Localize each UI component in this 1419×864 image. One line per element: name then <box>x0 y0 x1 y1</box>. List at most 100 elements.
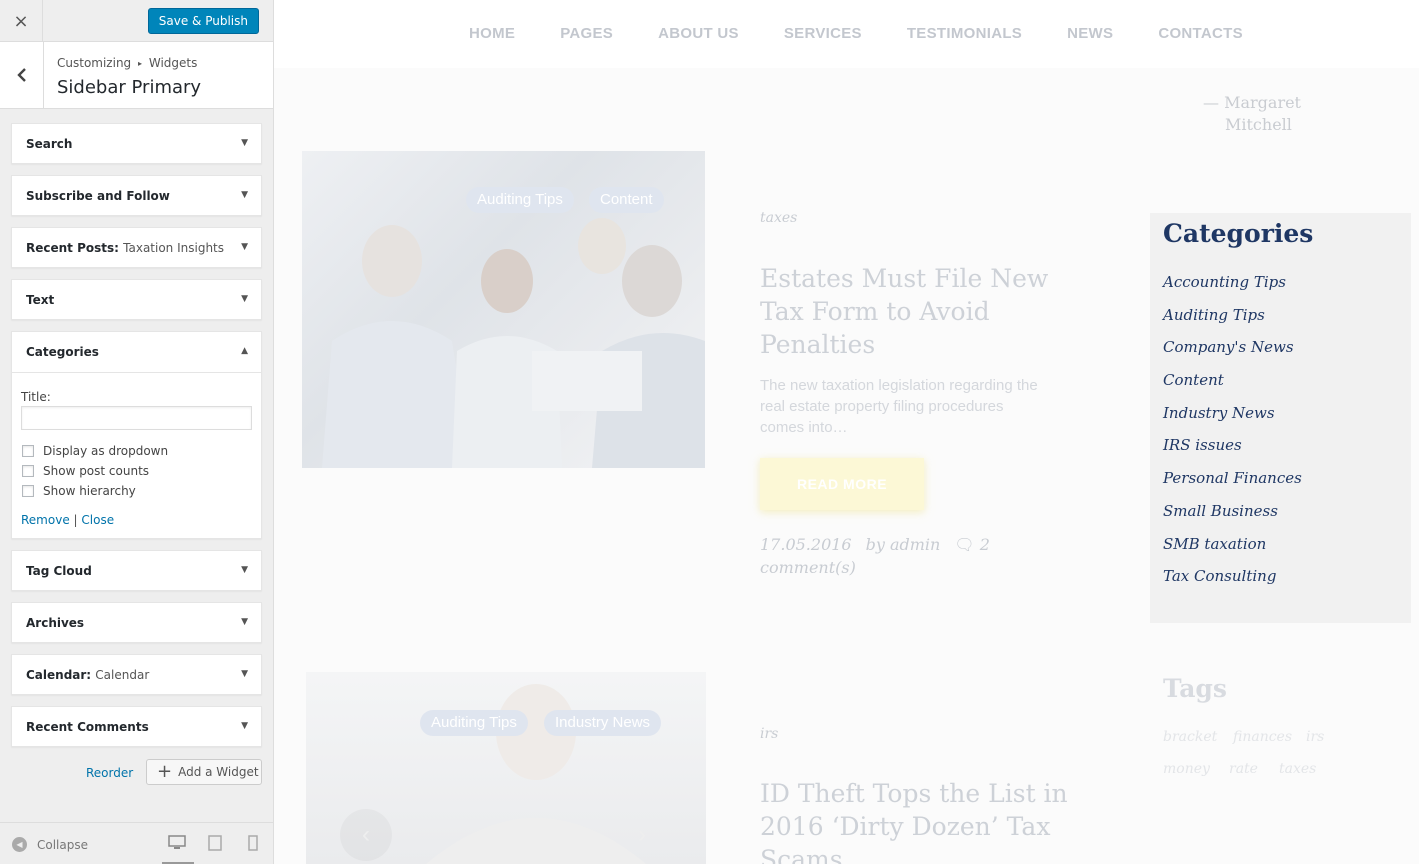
save-publish-button[interactable]: Save & Publish <box>147 8 259 34</box>
category-link[interactable]: Industry News <box>1163 404 1302 437</box>
widget-recent-comments[interactable]: Recent Comments ▼ <box>11 706 262 747</box>
add-widget-button[interactable]: + Add a Widget <box>146 759 262 785</box>
tag-link[interactable]: rate <box>1229 761 1258 777</box>
post-tag-pill[interactable]: Content <box>589 187 664 213</box>
post-author[interactable]: by admin <box>866 535 941 554</box>
caret-down-icon[interactable]: ▼ <box>241 190 248 200</box>
post-tag-pill[interactable]: Auditing Tips <box>466 187 574 213</box>
widget-categories-header[interactable]: Categories <box>26 345 99 359</box>
title-label: Title: <box>21 390 51 404</box>
post-image[interactable]: Auditing Tips Content <box>302 151 705 468</box>
category-link[interactable]: Company's News <box>1163 338 1302 371</box>
categories-title: Categories <box>1163 219 1314 248</box>
post-image-slider[interactable]: Auditing Tips Industry News ‹ › <box>306 672 706 864</box>
checkbox-label: Show hierarchy <box>43 484 136 498</box>
widget-actions: Remove | Close <box>21 513 114 527</box>
close-link[interactable]: Close <box>81 513 114 527</box>
widget-recent-posts[interactable]: Recent Posts: Taxation Insights ▼ <box>11 227 262 268</box>
caret-down-icon[interactable]: ▼ <box>241 294 248 304</box>
checkbox-label: Show post counts <box>43 464 150 478</box>
widget-search[interactable]: Search ▼ <box>11 123 262 164</box>
widget-title: Tag Cloud <box>26 564 92 578</box>
show-post-counts-checkbox[interactable] <box>22 465 34 477</box>
caret-up-icon[interactable]: ▲ <box>241 346 248 356</box>
category-link[interactable]: Personal Finances <box>1163 469 1302 502</box>
widget-title: Recent Posts: <box>26 241 119 255</box>
tag-link[interactable]: money <box>1163 761 1210 777</box>
widget-subtitle: Calendar <box>95 668 150 682</box>
post-category[interactable]: taxes <box>760 210 797 226</box>
collapse-button[interactable]: ◀ Collapse <box>12 837 88 852</box>
desktop-preview-button[interactable] <box>162 835 194 864</box>
add-widget-label: Add a Widget <box>178 765 259 779</box>
comments-label: comment(s) <box>760 558 856 577</box>
section-title: Sidebar Primary <box>57 77 202 98</box>
nav-news[interactable]: NEWS <box>1067 25 1113 42</box>
caret-down-icon[interactable]: ▼ <box>241 721 248 731</box>
close-customizer-button[interactable]: × <box>0 0 43 42</box>
category-link[interactable]: Accounting Tips <box>1163 273 1302 306</box>
tag-link[interactable]: bracket <box>1163 729 1217 745</box>
category-link[interactable]: SMB taxation <box>1163 535 1302 568</box>
post-category[interactable]: irs <box>760 726 778 742</box>
caret-down-icon[interactable]: ▼ <box>241 669 248 679</box>
widget-text[interactable]: Text ▼ <box>11 279 262 320</box>
desktop-icon <box>168 835 186 849</box>
category-link[interactable]: Tax Consulting <box>1163 567 1302 600</box>
collapse-label: Collapse <box>37 837 88 852</box>
caret-down-icon[interactable]: ▼ <box>241 138 248 148</box>
back-button[interactable] <box>0 42 44 108</box>
read-more-button[interactable]: READ MORE <box>760 458 924 510</box>
divider <box>12 372 261 373</box>
tags-title: Tags <box>1163 674 1227 703</box>
show-post-counts-checkbox-row[interactable]: Show post counts <box>22 464 149 478</box>
nav-testimonials[interactable]: TESTIMONIALS <box>907 25 1022 42</box>
tag-link[interactable]: irs <box>1306 729 1324 745</box>
category-link[interactable]: Small Business <box>1163 502 1302 535</box>
post-title[interactable]: ID Theft Tops the List in 2016 ‘Dirty Do… <box>760 777 1070 864</box>
post-tag-pill[interactable]: Industry News <box>544 710 662 736</box>
nav-contacts[interactable]: CONTACTS <box>1158 25 1243 42</box>
reorder-link[interactable]: Reorder <box>86 766 133 780</box>
remove-link[interactable]: Remove <box>21 513 70 527</box>
nav-about-us[interactable]: ABOUT US <box>658 25 739 42</box>
separator: | <box>73 513 78 527</box>
nav-services[interactable]: SERVICES <box>784 25 862 42</box>
caret-down-icon[interactable]: ▼ <box>241 617 248 627</box>
tag-link[interactable]: taxes <box>1279 761 1316 777</box>
post-meta: 17.05.2016 by admin 🗨 2 comment(s) <box>760 533 1020 579</box>
quote-author-line: Mitchell <box>1225 115 1292 134</box>
widget-tag-cloud[interactable]: Tag Cloud ▼ <box>11 550 262 591</box>
nav-home[interactable]: HOME <box>469 25 515 42</box>
title-input[interactable] <box>21 406 252 430</box>
caret-down-icon[interactable]: ▼ <box>241 242 248 252</box>
widget-calendar[interactable]: Calendar: Calendar ▼ <box>11 654 262 695</box>
post-tag-pill[interactable]: Auditing Tips <box>420 710 528 736</box>
post-title[interactable]: Estates Must File New Tax Form to Avoid … <box>760 262 1060 361</box>
widget-categories: Categories ▲ Title: Display as dropdown … <box>11 331 262 539</box>
nav-pages[interactable]: PAGES <box>560 25 613 42</box>
display-dropdown-checkbox-row[interactable]: Display as dropdown <box>22 444 168 458</box>
widget-title: Text <box>26 293 55 307</box>
quote-author-line: — Margaret <box>1203 93 1301 112</box>
slider-next-arrow-icon[interactable]: › <box>616 809 668 861</box>
section-header: Customizing ▸ Widgets Sidebar Primary <box>0 42 273 109</box>
category-link[interactable]: IRS issues <box>1163 436 1302 469</box>
checkbox-label: Display as dropdown <box>43 444 169 458</box>
tag-link[interactable]: finances <box>1233 729 1292 745</box>
category-link[interactable]: Content <box>1163 371 1302 404</box>
show-hierarchy-checkbox-row[interactable]: Show hierarchy <box>22 484 136 498</box>
plus-icon: + <box>157 761 173 782</box>
breadcrumb-root: Customizing <box>57 56 132 70</box>
slider-prev-arrow-icon[interactable]: ‹ <box>340 809 392 861</box>
customizer-header: × Save & Publish <box>0 0 273 42</box>
tablet-preview-button[interactable] <box>207 835 227 853</box>
caret-down-icon[interactable]: ▼ <box>241 565 248 575</box>
widget-title: Search <box>26 137 73 151</box>
category-link[interactable]: Auditing Tips <box>1163 306 1302 339</box>
mobile-preview-button[interactable] <box>247 835 267 853</box>
show-hierarchy-checkbox[interactable] <box>22 485 34 497</box>
widget-archives[interactable]: Archives ▼ <box>11 602 262 643</box>
widget-subscribe-follow[interactable]: Subscribe and Follow ▼ <box>11 175 262 216</box>
display-dropdown-checkbox[interactable] <box>22 445 34 457</box>
